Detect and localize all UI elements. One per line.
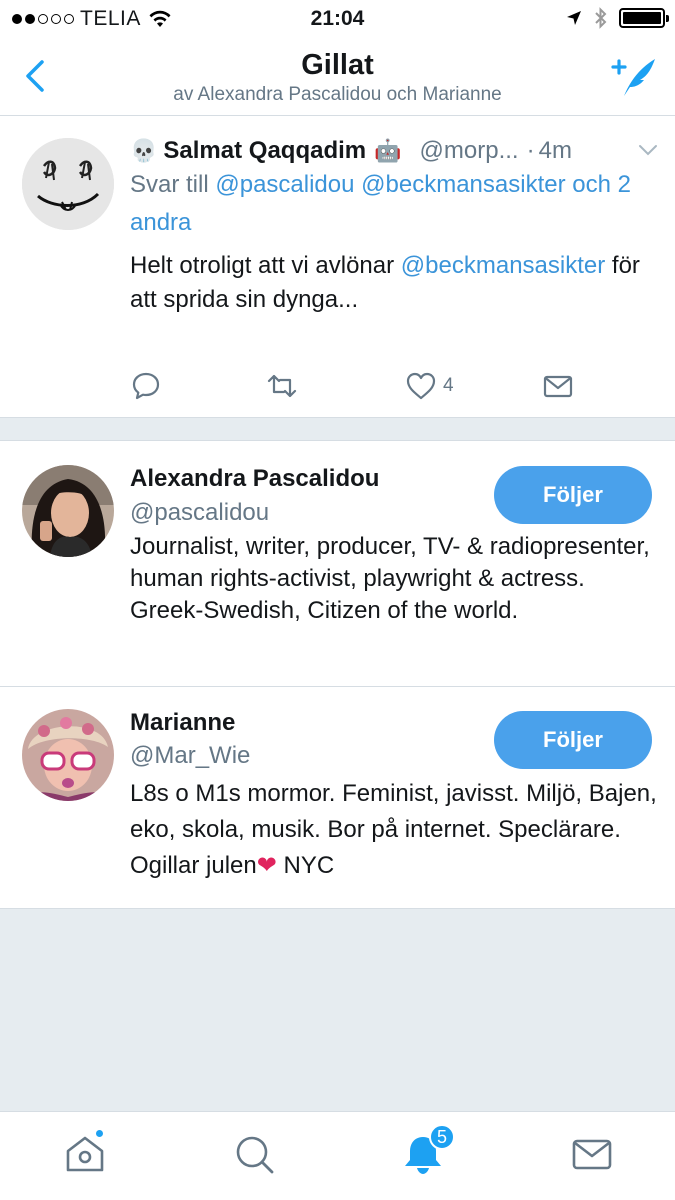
battery-icon: [619, 8, 669, 28]
reply-context: Svar till @pascalidou @beckmansasikter o…: [130, 166, 660, 242]
location-arrow-icon: [567, 11, 581, 25]
user-avatar[interactable]: [22, 709, 114, 801]
reply-button[interactable]: [130, 366, 162, 406]
user-avatar[interactable]: [22, 465, 114, 557]
like-button[interactable]: 4: [405, 366, 454, 406]
tab-notifications[interactable]: 5: [401, 1124, 455, 1176]
tweet-header: 💀 Salmat Qaqqadim 🤖 @morp... · 4m: [130, 134, 660, 168]
tweet-timestamp: 4m: [538, 137, 572, 164]
user-card[interactable]: Alexandra Pascalidou @pascalidou Journal…: [0, 440, 675, 687]
tweet-text-part: Helt otroligt att vi avlönar: [130, 252, 395, 279]
reply-mention-link[interactable]: @beckmansasikter: [361, 171, 565, 198]
reply-icon: [132, 372, 160, 400]
navigation-bar: Gillat av Alexandra Pascalidou och Maria…: [0, 40, 675, 116]
heart-emoji: ❤: [256, 852, 277, 879]
bluetooth-icon: [595, 7, 607, 29]
like-icon: [406, 372, 436, 400]
page-title: Gillat: [301, 49, 374, 81]
user-bio-text: NYC: [283, 852, 335, 879]
search-icon: [236, 1136, 274, 1174]
user-name[interactable]: Marianne: [130, 709, 235, 737]
tweet-text: Helt otroligt att vi avlönar @beckmansas…: [130, 249, 660, 317]
user-bio-text: L8s o M1s mormor. Feminist, javisst. Mil…: [130, 780, 657, 879]
retweet-button[interactable]: [266, 366, 298, 406]
liked-tweet[interactable]: 💀 Salmat Qaqqadim 🤖 @morp... · 4m Svar t…: [0, 116, 675, 418]
home-unread-dot: [94, 1128, 105, 1139]
like-count: 4: [443, 375, 454, 396]
direct-message-icon: [543, 375, 573, 398]
tab-messages[interactable]: [570, 1132, 614, 1176]
tab-bar: 5: [0, 1111, 675, 1200]
tab-search[interactable]: [232, 1132, 276, 1176]
tab-home[interactable]: [63, 1128, 107, 1176]
tweet-author-name[interactable]: Salmat Qaqqadim: [163, 137, 366, 165]
tweet-author-handle[interactable]: @morp...: [420, 137, 519, 165]
tweet-mention-link[interactable]: @beckmansasikter: [401, 252, 605, 279]
chevron-down-icon[interactable]: [636, 138, 660, 162]
tweet-author-avatar[interactable]: [22, 138, 114, 230]
tweet-separator: ·: [526, 137, 535, 164]
robot-emoji: 🤖: [374, 138, 402, 163]
skull-emoji: 💀: [130, 138, 158, 163]
compose-tweet-icon[interactable]: [609, 54, 659, 100]
user-bio: L8s o M1s mormor. Feminist, javisst. Mil…: [130, 776, 660, 884]
retweet-icon: [267, 374, 297, 398]
notifications-badge: 5: [429, 1124, 455, 1150]
status-bar: TELIA 21:04: [0, 0, 675, 40]
direct-message-button[interactable]: [542, 366, 574, 406]
user-bio: Journalist, writer, producer, TV- & radi…: [130, 533, 650, 624]
user-name[interactable]: Alexandra Pascalidou: [130, 465, 379, 493]
status-right: [565, 7, 669, 29]
user-card[interactable]: Marianne @Mar_Wie L8s o M1s mormor. Femi…: [0, 687, 675, 909]
user-handle[interactable]: @Mar_Wie: [130, 742, 250, 770]
following-button[interactable]: Följer: [494, 711, 652, 769]
user-handle[interactable]: @pascalidou: [130, 499, 269, 527]
page-subtitle: av Alexandra Pascalidou och Marianne: [173, 84, 502, 105]
following-button[interactable]: Följer: [494, 466, 652, 524]
messages-icon: [572, 1139, 612, 1170]
reply-mention-link[interactable]: @pascalidou: [215, 171, 354, 198]
reply-prefix: Svar till: [130, 171, 209, 198]
tweet-actions: 4: [130, 366, 600, 406]
